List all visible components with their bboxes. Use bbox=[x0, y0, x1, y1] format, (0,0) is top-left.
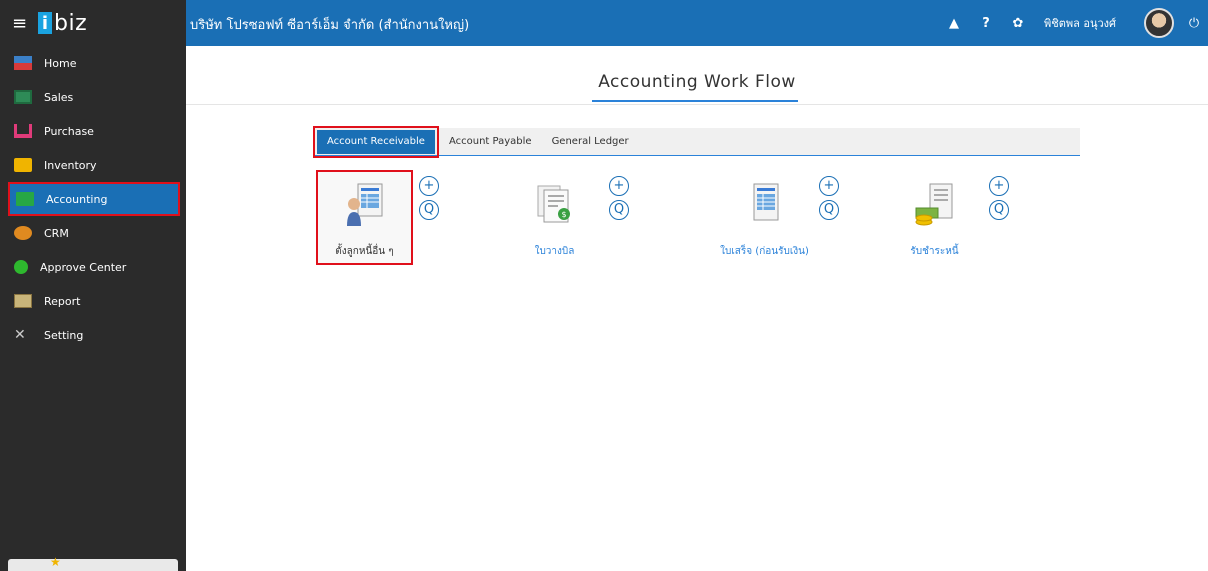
sidebar-item-label: Approve Center bbox=[40, 260, 127, 274]
title-underline bbox=[592, 100, 798, 102]
title-divider bbox=[186, 104, 1208, 105]
doc-label: ใบเสร็จ (ก่อนรับเงิน) bbox=[720, 246, 809, 257]
workflow-card-payment: รับชำระหนี้ + Q bbox=[886, 170, 1086, 265]
sidebar-item-inventory[interactable]: Inventory bbox=[0, 148, 186, 182]
sidebar-item-purchase[interactable]: Purchase bbox=[0, 114, 186, 148]
sidebar-item-label: Purchase bbox=[44, 124, 94, 138]
workflow-cards: ตั้งลูกหนี้อื่น ๆ + Q $ ใบวางบิล + Q ใบเ… bbox=[316, 170, 1076, 270]
sidebar-item-label: Setting bbox=[44, 328, 84, 342]
receipt-icon bbox=[753, 183, 779, 221]
workflow-card-billing: $ ใบวางบิล + Q bbox=[506, 170, 706, 265]
topbar-actions: ▲ ? ✿ พิชิตพล อนุวงศ์ ⏻ bbox=[934, 0, 1208, 46]
tab-account-payable[interactable]: Account Payable bbox=[439, 128, 542, 156]
sidebar-item-label: Report bbox=[44, 294, 81, 308]
card-actions: + Q bbox=[989, 176, 1013, 224]
sidebar-item-label: CRM bbox=[44, 226, 69, 240]
doc-box[interactable]: $ ใบวางบิล bbox=[506, 170, 603, 265]
sidebar-item-label: Inventory bbox=[44, 158, 97, 172]
book-icon bbox=[16, 192, 34, 206]
check-circle-icon bbox=[14, 260, 28, 274]
sidebar-item-sales[interactable]: Sales bbox=[0, 80, 186, 114]
tab-general-ledger[interactable]: General Ledger bbox=[542, 128, 639, 156]
help-icon[interactable]: ? bbox=[974, 16, 998, 31]
sidebar-item-report[interactable]: Report bbox=[0, 284, 186, 318]
doc-box[interactable]: ใบเสร็จ (ก่อนรับเงิน) bbox=[716, 170, 813, 265]
company-name[interactable]: บริษัท โปรซอฟท์ ซีอาร์เอ็ม จำกัด (สำนักง… bbox=[186, 12, 469, 35]
card-actions: + Q bbox=[819, 176, 843, 224]
sidebar-item-approve-center[interactable]: Approve Center bbox=[0, 250, 186, 284]
svg-text:$: $ bbox=[561, 210, 566, 219]
app: ≡ i biz Home Sales Purchase Inventory Ac… bbox=[0, 0, 1208, 571]
top-bar: บริษัท โปรซอฟท์ ซีอาร์เอ็ม จำกัด (สำนักง… bbox=[186, 0, 1208, 46]
search-button[interactable]: Q bbox=[989, 200, 1009, 220]
workflow-card-other-receivable: ตั้งลูกหนี้อื่น ๆ + Q bbox=[316, 170, 516, 265]
card-actions: + Q bbox=[419, 176, 443, 224]
cart-icon bbox=[14, 124, 32, 138]
star-icon: ★ bbox=[50, 555, 61, 569]
logo-i: i bbox=[38, 12, 52, 34]
search-button[interactable]: Q bbox=[609, 200, 629, 220]
sidebar-footer-panel[interactable]: ★ bbox=[8, 555, 178, 571]
home-icon bbox=[14, 56, 32, 70]
gear-icon[interactable]: ✿ bbox=[1006, 16, 1030, 31]
sidebar-item-setting[interactable]: ✕ Setting bbox=[0, 318, 186, 352]
doc-box[interactable]: รับชำระหนี้ bbox=[886, 170, 983, 265]
report-icon bbox=[14, 294, 32, 308]
sidebar-item-crm[interactable]: CRM bbox=[0, 216, 186, 250]
box-icon bbox=[14, 158, 32, 172]
doc-label: ใบวางบิล bbox=[534, 246, 575, 257]
add-button[interactable]: + bbox=[989, 176, 1009, 196]
sidebar: ≡ i biz Home Sales Purchase Inventory Ac… bbox=[0, 0, 186, 571]
sidebar-item-accounting[interactable]: Accounting bbox=[8, 182, 180, 216]
payment-icon bbox=[915, 183, 953, 226]
person-ledger-icon bbox=[347, 183, 383, 226]
tools-icon: ✕ bbox=[14, 327, 26, 343]
sidebar-item-label: Home bbox=[44, 56, 77, 70]
card-actions: + Q bbox=[609, 176, 633, 224]
username[interactable]: พิชิตพล อนุวงศ์ bbox=[1044, 14, 1116, 32]
sales-icon bbox=[14, 90, 32, 104]
main-content: Accounting Work Flow Account Receivable … bbox=[186, 46, 1208, 571]
search-button[interactable]: Q bbox=[819, 200, 839, 220]
brand: ≡ i biz bbox=[0, 0, 186, 46]
bell-icon[interactable]: ▲ bbox=[942, 16, 966, 31]
tab-account-receivable[interactable]: Account Receivable bbox=[313, 125, 439, 158]
doc-label: ตั้งลูกหนี้อื่น ๆ bbox=[335, 246, 394, 257]
doc-label: รับชำระหนี้ bbox=[910, 246, 959, 257]
add-button[interactable]: + bbox=[609, 176, 629, 196]
sidebar-item-label: Accounting bbox=[46, 192, 108, 206]
sidebar-item-home[interactable]: Home bbox=[0, 46, 186, 80]
add-button[interactable]: + bbox=[419, 176, 439, 196]
hamburger-icon[interactable]: ≡ bbox=[12, 13, 34, 34]
add-button[interactable]: + bbox=[819, 176, 839, 196]
logo-text: biz bbox=[54, 10, 88, 36]
sidebar-item-label: Sales bbox=[44, 90, 74, 104]
people-icon bbox=[14, 226, 32, 240]
page-title: Accounting Work Flow bbox=[598, 72, 796, 92]
tab-bar: Account Receivable Account Payable Gener… bbox=[313, 125, 1080, 158]
invoice-icon: $ bbox=[537, 185, 570, 223]
doc-box[interactable]: ตั้งลูกหนี้อื่น ๆ bbox=[316, 170, 413, 265]
power-icon[interactable]: ⏻ bbox=[1180, 16, 1208, 31]
avatar[interactable] bbox=[1144, 8, 1174, 38]
search-button[interactable]: Q bbox=[419, 200, 439, 220]
logo[interactable]: i biz bbox=[38, 11, 87, 36]
